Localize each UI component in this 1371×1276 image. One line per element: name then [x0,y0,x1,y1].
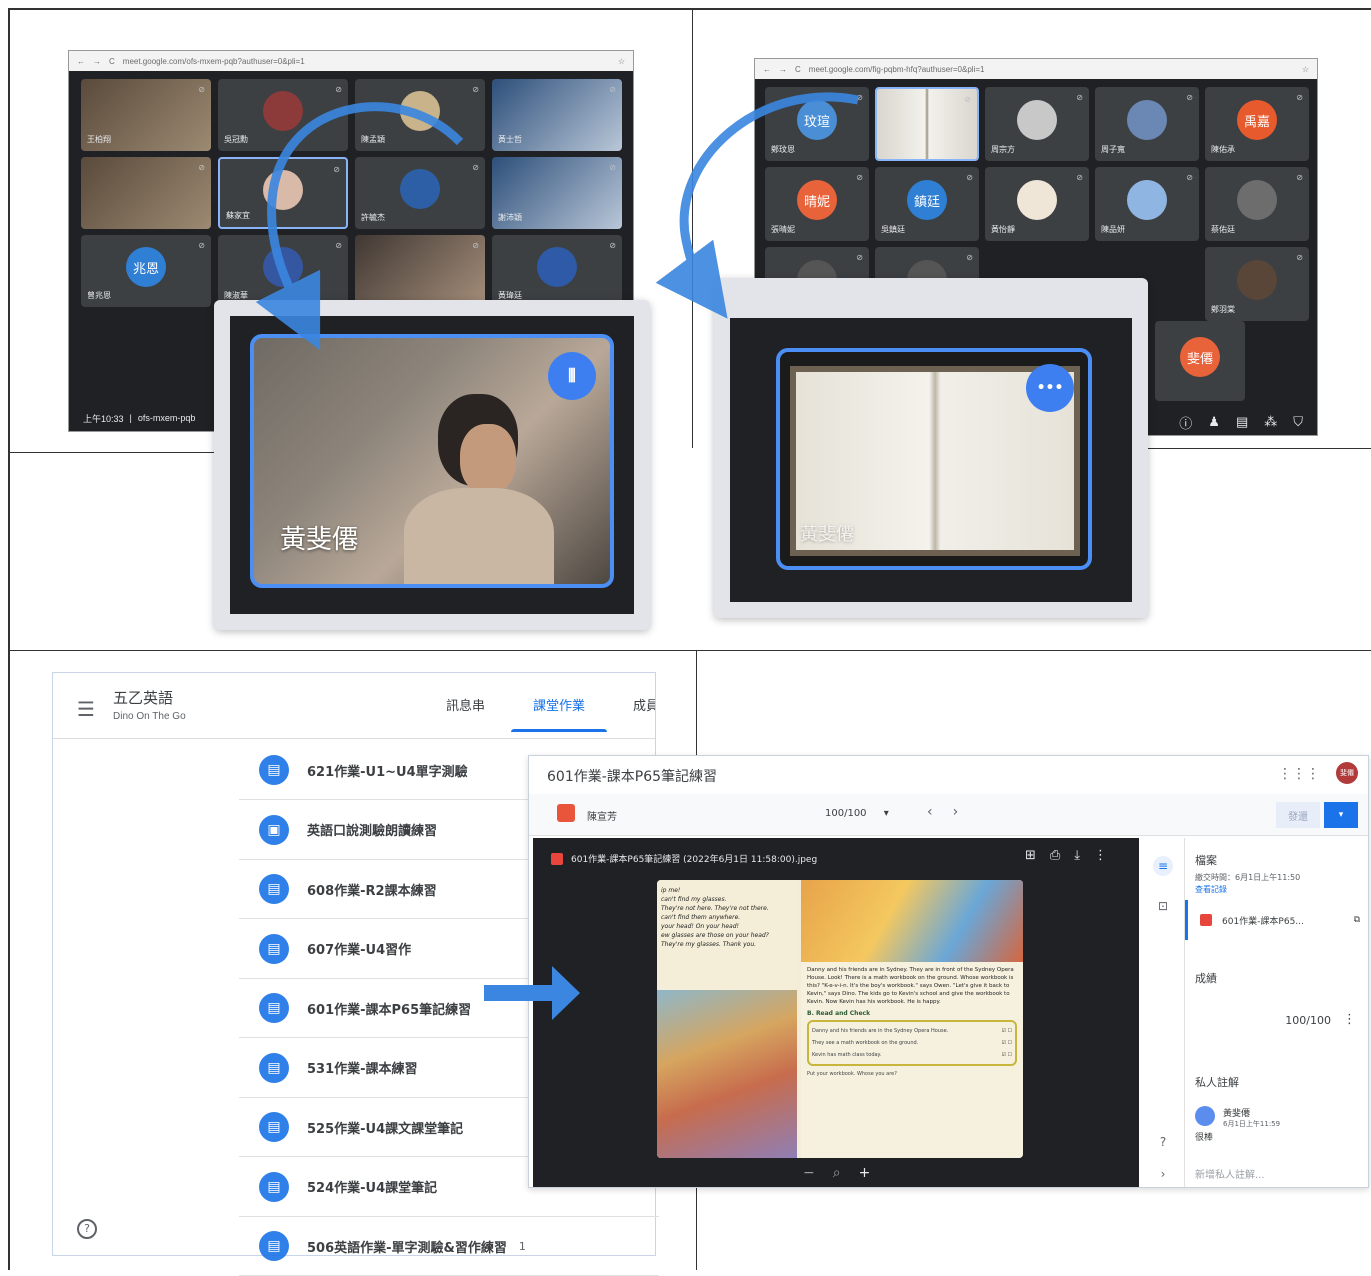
curved-arrow-right [655,92,859,319]
curved-arrow-left [255,102,464,351]
straight-arrow-head [552,966,580,1020]
annotation-arrows [255,92,859,1020]
